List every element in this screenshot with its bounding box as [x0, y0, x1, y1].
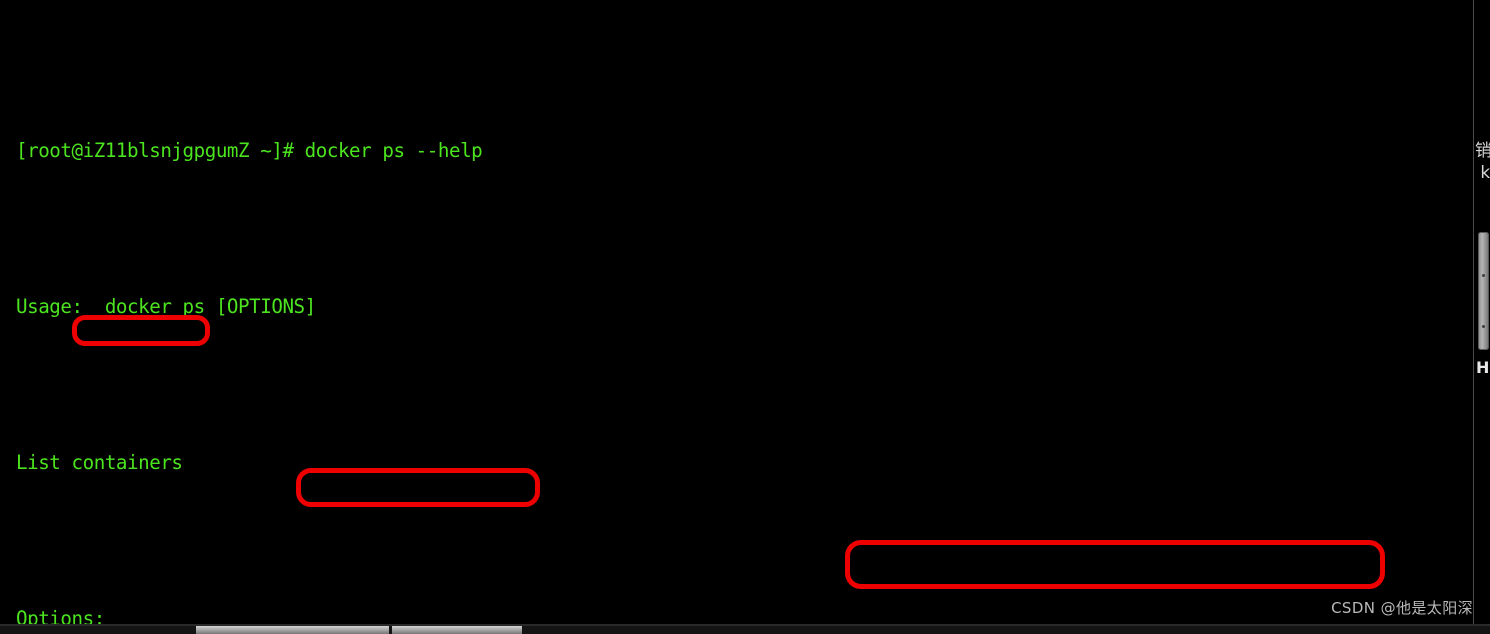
- terminal-line-description: List containers: [16, 451, 183, 474]
- background-window-scrollbar[interactable]: [1478, 232, 1489, 350]
- scrollbar-grip-dot: [1482, 274, 1485, 277]
- terminal-line-command-ps-help: [root@iZ11blsnjgpgumZ ~]# docker ps --he…: [16, 139, 483, 162]
- scrollbar-grip-dot: [1482, 325, 1485, 328]
- background-window[interactable]: 销 k H: [1473, 0, 1490, 624]
- background-window-heading: H: [1476, 358, 1490, 377]
- terminal-window[interactable]: [root@iZ11blsnjgpgumZ ~]# docker ps --he…: [0, 0, 1473, 624]
- terminal-line-options-label: Options:: [16, 607, 105, 624]
- taskbar-item[interactable]: [392, 626, 522, 634]
- csdn-watermark: CSDN @他是太阳深: [1331, 599, 1473, 617]
- taskbar-item[interactable]: [196, 626, 389, 634]
- taskbar[interactable]: [0, 624, 1490, 634]
- terminal-line-usage: Usage: docker ps [OPTIONS]: [16, 295, 316, 318]
- screen: 销 k H [root@iZ11blsnjgpgumZ ~]# docker p…: [0, 0, 1490, 634]
- terminal-output: [root@iZ11blsnjgpgumZ ~]# docker ps --he…: [16, 0, 1459, 624]
- terminal-line-partial-top: [16, 60, 1459, 86]
- background-window-text: 销 k: [1475, 141, 1490, 183]
